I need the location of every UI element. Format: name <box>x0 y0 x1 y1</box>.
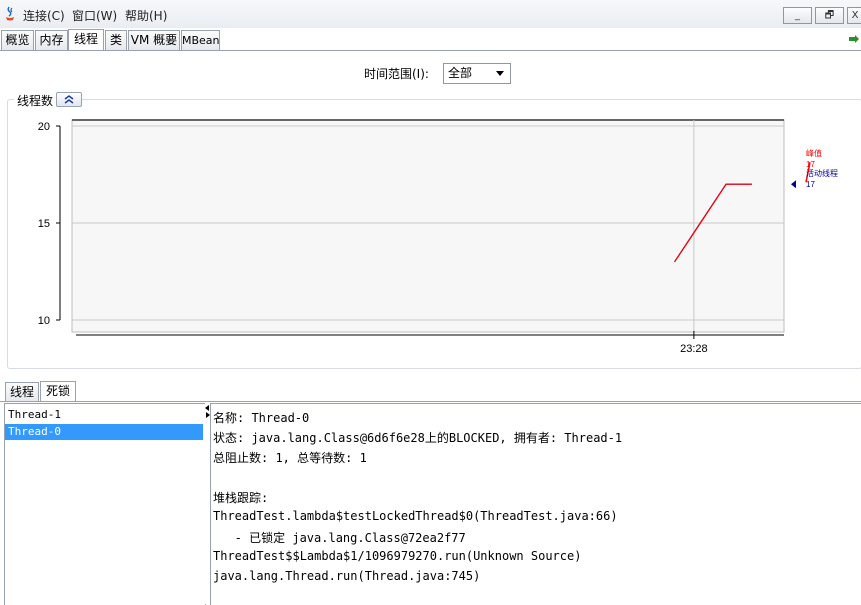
stack-lock-info: - 已锁定 java.lang.Class@72ea2f77 <box>213 531 466 545</box>
y-tick-label: 10 <box>38 315 50 327</box>
menu-bar: 连接(C) 窗口(W) 帮助(H) _ 🗗 X <box>0 0 861 29</box>
tab-deadlock[interactable]: 死锁 <box>40 381 76 401</box>
collapse-left-icon[interactable] <box>205 405 209 411</box>
tab-vm-summary[interactable]: VM 概要 <box>128 30 180 50</box>
threads-chart: 101520 23:28 峰值17活动线程17 <box>38 119 838 355</box>
tab-thread-list[interactable]: 线程 <box>5 382 39 401</box>
menu-window[interactable]: 窗口(W) <box>72 7 117 24</box>
thread-list-item-selected[interactable]: Thread-0 <box>5 424 203 440</box>
stack-trace-title: 堆栈跟踪: <box>213 491 269 505</box>
detail-state: 状态: java.lang.Class@6d6f6e28上的BLOCKED, 拥… <box>213 431 623 445</box>
restore-button[interactable]: 🗗 <box>815 7 844 24</box>
menu-help[interactable]: 帮助(H) <box>125 7 167 24</box>
y-tick-label: 20 <box>38 121 50 133</box>
close-button[interactable]: X <box>847 7 861 24</box>
collapse-button[interactable] <box>56 92 82 107</box>
live-marker <box>791 180 796 189</box>
legend-live-label: 活动线程 <box>806 168 838 178</box>
thread-detail-panel: 名称: Thread-0 状态: java.lang.Class@6d6f6e2… <box>210 403 861 605</box>
thread-list-item[interactable]: Thread-1 <box>5 407 203 423</box>
deadlock-thread-list: Thread-1 Thread-0 <box>4 403 206 605</box>
tab-threads[interactable]: 线程 <box>68 29 104 50</box>
y-tick-label: 15 <box>38 218 50 230</box>
double-chevron-up-icon <box>64 95 74 104</box>
detail-counts: 总阻止数: 1, 总等待数: 1 <box>213 451 367 465</box>
threads-panel-title: 线程数 <box>14 92 57 109</box>
stack-frame: ThreadTest$$Lambda$1/1096979270.run(Unkn… <box>213 549 582 563</box>
legend-live-value: 17 <box>806 180 815 189</box>
time-range-value: 全部 <box>448 66 473 80</box>
tab-memory[interactable]: 内存 <box>35 30 68 50</box>
legend-peak-value: 17 <box>806 160 815 169</box>
disconnect-icon[interactable] <box>849 34 859 44</box>
plot-area <box>71 119 785 333</box>
tab-mbean[interactable]: MBean <box>181 30 220 50</box>
chevron-down-icon <box>496 71 504 76</box>
stack-frame: java.lang.Thread.run(Thread.java:745) <box>213 569 481 583</box>
tab-overview[interactable]: 概览 <box>1 30 34 50</box>
x-tick-label: 23:28 <box>680 343 708 355</box>
time-range-select[interactable]: 全部 <box>443 63 511 84</box>
y-ticks: 10 15 20 <box>38 121 60 327</box>
tab-classes[interactable]: 类 <box>105 30 127 50</box>
lower-tab-bar: 线程 死锁 <box>0 380 861 402</box>
detail-name: 名称: Thread-0 <box>213 411 310 425</box>
java-app-icon <box>6 6 14 21</box>
minimize-button[interactable]: _ <box>783 7 812 24</box>
menu-connection[interactable]: 连接(C) <box>23 7 65 24</box>
chart-legend: 峰值17活动线程17 <box>791 148 838 189</box>
legend-peak-label: 峰值 <box>806 148 822 158</box>
time-range-label: 时间范围(I): <box>364 67 429 81</box>
main-tab-bar: 概览 内存 线程 类 VM 概要 MBean <box>0 28 861 51</box>
stack-frame: ThreadTest.lambda$testLockedThread$0(Thr… <box>213 509 618 523</box>
